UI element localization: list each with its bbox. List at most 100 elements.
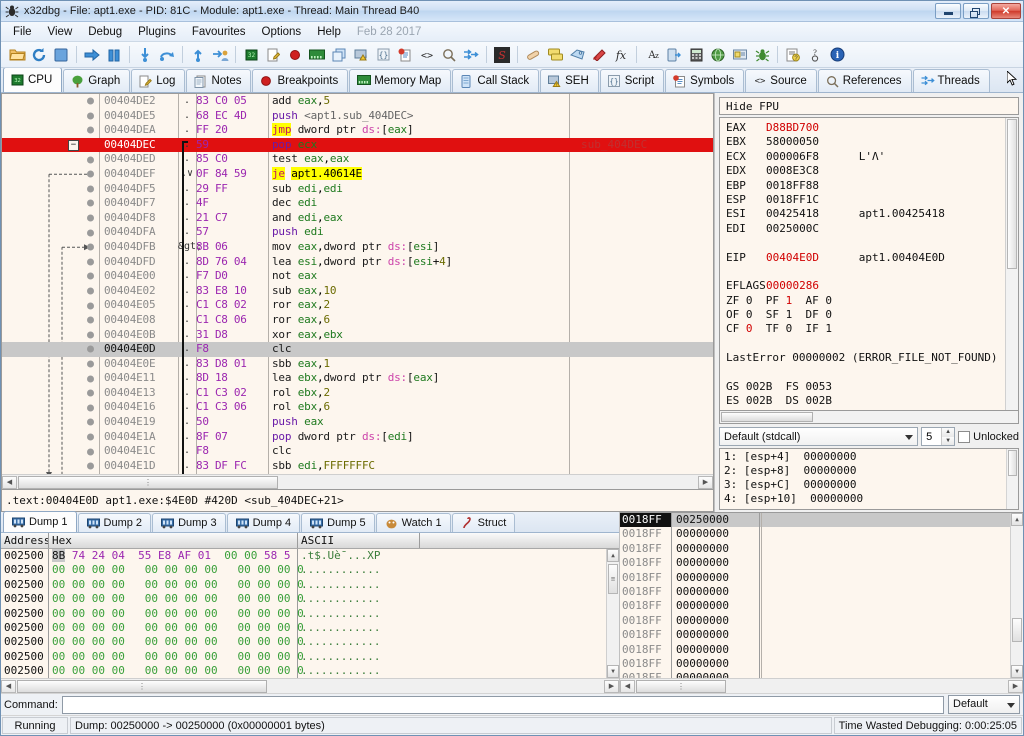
stack-row[interactable]: 0018FF 00000000: [620, 584, 1023, 600]
restore-button[interactable]: [963, 3, 989, 19]
disassembly-row[interactable]: 00404DF8. 21 C7 and edi,eax: [2, 211, 713, 226]
register-flags-row[interactable]: ZF 0 PF 1 AF 0: [726, 294, 1018, 308]
disassembly-row[interactable]: 00404DED. 85 C0 test eax,eax: [2, 152, 713, 167]
disassembly-row[interactable]: 00404DFA. 57 push edi: [2, 225, 713, 240]
stack-row[interactable]: 0018FF 00250000: [620, 513, 1023, 528]
dump-scroll-left-icon[interactable]: ◀: [1, 679, 16, 693]
dump-row[interactable]: 002500 8B 74 24 04 55 E8 AF 01 00 00 58 5…: [1, 549, 619, 564]
dump-row[interactable]: 002500 00 00 00 00 00 00 00 00 00 00 00 0…: [1, 577, 619, 593]
step-out-icon[interactable]: [187, 44, 209, 66]
disassembly-row[interactable]: 00404DE2. 83 C0 05 add eax,5: [2, 94, 713, 109]
disassembly-row[interactable]: 00404E08. C1 C8 06 ror eax,6: [2, 313, 713, 328]
bookmark-dot-icon[interactable]: [87, 112, 94, 120]
stack-row[interactable]: 0018FF 00000000: [620, 570, 1023, 585]
seh-icon[interactable]: !: [350, 44, 372, 66]
comment-icon[interactable]: [544, 44, 566, 66]
bookmark-dot-icon[interactable]: [87, 272, 94, 280]
handles-icon[interactable]: [663, 44, 685, 66]
pause-icon[interactable]: [103, 44, 125, 66]
registers-vscroll-thumb[interactable]: [1007, 119, 1017, 269]
run-to-user-icon[interactable]: [209, 44, 231, 66]
menu-plugins[interactable]: Plugins: [130, 23, 184, 41]
minimize-button[interactable]: [935, 3, 961, 19]
breakpoint-dot-icon[interactable]: [87, 141, 94, 149]
calling-convention-select[interactable]: Default (stdcall): [719, 427, 919, 446]
register-flags-row[interactable]: CF 0 TF 0 IF 1: [726, 322, 1018, 336]
bookmark-dot-icon[interactable]: [87, 287, 94, 295]
hide-fpu-button[interactable]: Hide FPU: [719, 97, 1019, 115]
row-gutter[interactable]: [2, 269, 100, 284]
stack-scroll-down-icon[interactable]: ▼: [1011, 665, 1023, 678]
step-into-icon[interactable]: [134, 44, 156, 66]
tab-memory-map[interactable]: Memory Map: [349, 69, 452, 92]
row-gutter[interactable]: [2, 225, 100, 240]
stepper-up-icon[interactable]: ▲: [942, 428, 955, 437]
tab-breakpoints[interactable]: Breakpoints: [252, 69, 349, 92]
stack-scroll-right-icon[interactable]: ▶: [1008, 679, 1023, 693]
dump-row[interactable]: 002500 00 00 00 00 00 00 00 00 00 00 00 0…: [1, 563, 619, 578]
function-icon[interactable]: fx: [610, 44, 632, 66]
analyse-icon[interactable]: Az: [641, 44, 663, 66]
disassembly-row[interactable]: 00404E1A. 8F 07 pop dword ptr ds:[edi]: [2, 430, 713, 445]
tab-call-stack[interactable]: Call Stack: [452, 69, 540, 92]
stack-vscrollbar[interactable]: ▲ ▼: [1010, 513, 1023, 678]
bookmark-dot-icon[interactable]: [87, 448, 94, 456]
register-ecx[interactable]: ECX 000006F8 L'Λ': [726, 150, 1018, 164]
register-eflags[interactable]: EFLAGS00000286: [726, 279, 1018, 293]
row-gutter[interactable]: [2, 138, 100, 153]
tab-seh[interactable]: ! SEH: [540, 69, 599, 92]
row-gutter[interactable]: [2, 371, 100, 386]
row-gutter[interactable]: [2, 386, 100, 401]
bug-icon[interactable]: [751, 44, 773, 66]
bookmark-dot-icon[interactable]: [87, 360, 94, 368]
register-segments-row[interactable]: ES 002B DS 002B: [726, 394, 1018, 408]
disassembly-row[interactable]: 00404E19. 50 push eax: [2, 415, 713, 430]
dump-row[interactable]: 002500 00 00 00 00 00 00 00 00 00 00 00 0…: [1, 592, 619, 607]
dump-row[interactable]: 002500 00 00 00 00 00 00 00 00 00 00 00 0…: [1, 606, 619, 621]
threads-icon[interactable]: [460, 44, 482, 66]
bookmark-dot-icon[interactable]: [87, 462, 94, 470]
stack-view[interactable]: 0018FF 00250000 0018FF 00000000 0018FF 000000…: [620, 512, 1023, 678]
disassembly-row[interactable]: 00404DE5. 68 EC 4D push <apt1.sub_404DEC>: [2, 109, 713, 124]
tab-references[interactable]: References: [817, 69, 912, 92]
bookmark-dot-icon[interactable]: [87, 389, 94, 397]
stack-row[interactable]: 0018FF 00000000: [620, 656, 1023, 672]
registers-vscrollbar[interactable]: [1005, 118, 1018, 410]
disassembly-row[interactable]: 00404E1C. F8 clc: [2, 444, 713, 459]
disassembly-row[interactable]: 00404E1D. 83 DF FC sbb edi,FFFFFFFC: [2, 459, 713, 474]
bookmark-dot-icon[interactable]: [87, 97, 94, 105]
stop-icon[interactable]: [50, 44, 72, 66]
bookmark-dot-icon[interactable]: [87, 156, 94, 164]
disassembly-row[interactable]: 00404DF7. 4F dec edi: [2, 196, 713, 211]
dump-hex-view[interactable]: 002500 8B 74 24 04 55 E8 AF 01 00 00 58 5…: [1, 549, 619, 678]
stack-vscroll-thumb[interactable]: [1012, 618, 1022, 642]
row-gutter[interactable]: [2, 444, 100, 459]
menu-options[interactable]: Options: [254, 23, 310, 41]
tab-source[interactable]: <> Source: [745, 69, 817, 92]
about-question-icon[interactable]: ?: [804, 44, 826, 66]
register-spacer[interactable]: [726, 366, 1018, 380]
row-gutter[interactable]: [2, 459, 100, 474]
disassembly-row[interactable]: 00404E00. F7 D0 not eax: [2, 269, 713, 284]
command-input[interactable]: [61, 695, 944, 714]
row-gutter[interactable]: [2, 123, 100, 138]
argument-row[interactable]: 1: [esp+4] 00000000: [724, 450, 1018, 464]
register-eip[interactable]: EIP 00404E0D apt1.00404E0D: [726, 251, 1018, 265]
row-gutter[interactable]: [2, 196, 100, 211]
stack-row[interactable]: 0018FF 00000000: [620, 642, 1023, 657]
tab-log[interactable]: Log: [131, 69, 186, 92]
calculator-icon[interactable]: [685, 44, 707, 66]
bookmark-dot-icon[interactable]: [87, 418, 94, 426]
scroll-right-icon[interactable]: ▶: [698, 475, 713, 489]
stack-row[interactable]: 0018FF 00000000: [620, 671, 1023, 678]
disassembly-row[interactable]: 00404E20.F8clc: [2, 473, 713, 474]
argument-row[interactable]: 4: [esp+10] 00000000: [724, 492, 1018, 506]
bookmark-dot-icon[interactable]: [87, 229, 94, 237]
scroll-left-icon[interactable]: ◀: [2, 475, 17, 489]
stack-hscroll-thumb[interactable]: ⋮: [636, 679, 726, 693]
dump-tab-watch-1[interactable]: Watch 1: [375, 513, 451, 532]
disassembly-row[interactable]: 00404DEF .∨ 0F 84 59 je apt1.40614E: [2, 166, 713, 182]
breakpoint-icon[interactable]: [284, 44, 306, 66]
menu-help[interactable]: Help: [309, 23, 349, 41]
bookmark-dot-icon[interactable]: [87, 375, 94, 383]
